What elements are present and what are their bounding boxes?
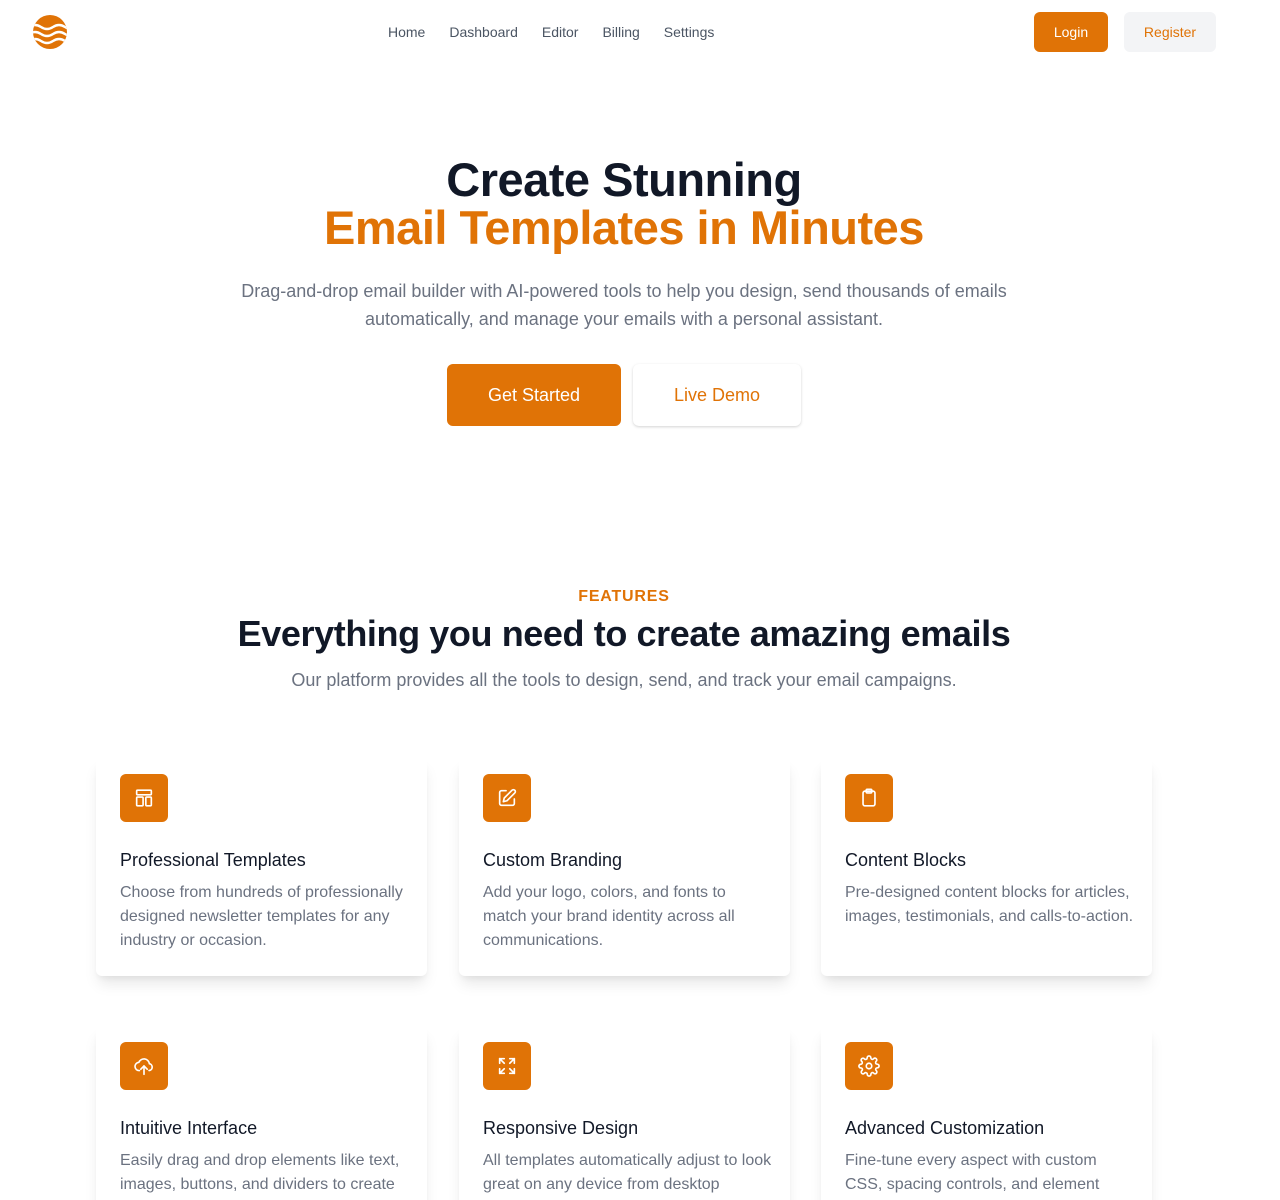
feature-card-title: Advanced Customization — [845, 1118, 1045, 1138]
hero-subtitle: Drag-and-drop email builder with AI-powe… — [241, 281, 1007, 329]
feature-card-title: Custom Branding — [483, 850, 623, 870]
site-header: Home Dashboard Editor Billing Settings L… — [0, 0, 1280, 64]
feature-card-description: Choose from hundreds of professionally d… — [120, 884, 403, 949]
feature-card-responsive-design: Responsive Design All templates automati… — [459, 1026, 790, 1200]
feature-card-description: Easily drag and drop elements like text,… — [120, 1152, 400, 1193]
feature-card-professional-templates: Professional Templates Choose from hundr… — [96, 758, 427, 976]
feature-card-description: Pre-designed content blocks for articles… — [845, 884, 1134, 925]
main-nav: Home Dashboard Editor Billing Settings — [388, 22, 714, 42]
features-subtitle: Our platform provides all the tools to d… — [291, 670, 957, 690]
features-title: Everything you need to create amazing em… — [237, 613, 1011, 654]
register-button[interactable]: Register — [1124, 12, 1216, 52]
nav-billing[interactable]: Billing — [602, 22, 639, 42]
cloud-upload-icon — [120, 1042, 168, 1090]
feature-card-title: Responsive Design — [483, 1118, 639, 1138]
feature-card-title: Content Blocks — [845, 850, 967, 870]
feature-card-advanced-customization: Advanced Customization Fine-tune every a… — [821, 1026, 1152, 1200]
feature-card-title: Intuitive Interface — [120, 1118, 258, 1138]
nav-dashboard[interactable]: Dashboard — [449, 22, 518, 42]
features-eyebrow: FEATURES — [578, 588, 670, 605]
hero-title-line2: Email Templates in Minutes — [324, 201, 924, 254]
feature-card-description: Fine-tune every aspect with custom CSS, … — [845, 1152, 1100, 1193]
hero-title: Create Stunning Email Templates in Minut… — [0, 156, 1248, 252]
feature-card-description: Add your logo, colors, and fonts to matc… — [483, 884, 735, 949]
hero-title-line1: Create Stunning — [446, 153, 802, 206]
feature-card-content-blocks: Content Blocks Pre-designed content bloc… — [821, 758, 1152, 976]
feature-card-description: All templates automatically adjust to lo… — [483, 1152, 772, 1193]
clipboard-icon — [845, 774, 893, 822]
nav-home[interactable]: Home — [388, 22, 425, 42]
live-demo-button[interactable]: Live Demo — [633, 364, 801, 426]
nav-settings[interactable]: Settings — [664, 22, 715, 42]
pencil-square-icon — [483, 774, 531, 822]
nav-editor[interactable]: Editor — [542, 22, 579, 42]
feature-card-title: Professional Templates — [120, 850, 306, 870]
wave-sun-logo-icon[interactable] — [31, 15, 69, 49]
expand-arrows-icon — [483, 1042, 531, 1090]
get-started-button[interactable]: Get Started — [447, 364, 621, 426]
feature-card-custom-branding: Custom Branding Add your logo, colors, a… — [459, 758, 790, 976]
layout-template-icon — [120, 774, 168, 822]
feature-card-intuitive-interface: Intuitive Interface Easily drag and drop… — [96, 1026, 427, 1200]
gear-icon — [845, 1042, 893, 1090]
login-button[interactable]: Login — [1034, 12, 1108, 52]
